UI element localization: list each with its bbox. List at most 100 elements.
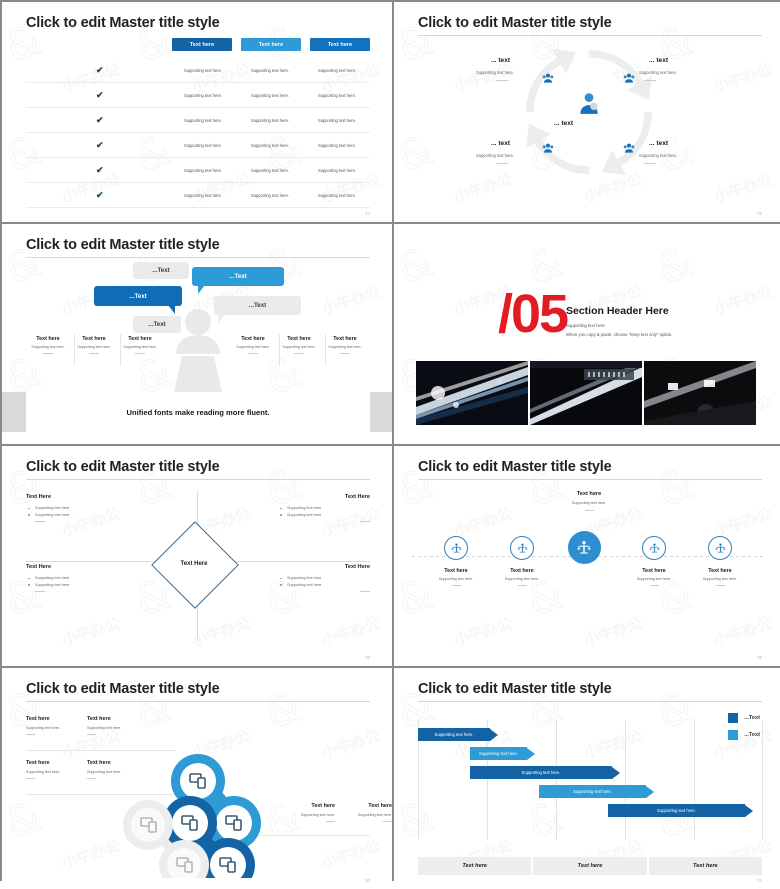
table-row[interactable]: ✔ Supporting text here. Supporting text … — [26, 58, 370, 83]
page-title: Click to edit Master title style — [418, 681, 612, 697]
gantt-footer-cell-3[interactable]: Text here — [648, 857, 762, 875]
cycle-node-sub-1: Supporting text here. — [476, 70, 515, 75]
table-cell: Supporting text here. — [251, 67, 290, 73]
gantt-bar-2[interactable]: Supporting text here. — [470, 747, 535, 760]
gantt-footer: Text here Text here Text here — [418, 857, 762, 875]
photo-strip — [416, 361, 756, 425]
table-cell: Supporting text here. — [184, 92, 223, 98]
gantt-footer-label: Text here — [462, 863, 487, 869]
page-title: Click to edit Master title style — [26, 459, 220, 475]
timeline-node-3-highlighted[interactable] — [564, 531, 604, 564]
cycle-center-label: ... text — [554, 120, 574, 127]
gantt-bar-label: Supporting text here. — [470, 747, 527, 760]
table-cell: Supporting text here. — [318, 167, 357, 173]
check-icon: ✔ — [96, 189, 104, 200]
slide-thumbnail-2[interactable]: Click to edit Master title style ... tex… — [394, 2, 780, 222]
timeline-node-label: Text here — [642, 568, 666, 574]
speech-bubble-label: ...Text — [152, 267, 170, 274]
speech-bubble-label: ...Text — [148, 321, 166, 328]
timeline-node-2[interactable]: Text here Supporting text here. — [502, 536, 542, 586]
table-cell: Supporting text here. — [184, 167, 223, 173]
timeline-node-1[interactable]: Text here Supporting text here. — [436, 536, 476, 586]
speech-bubble-2[interactable]: ...Text — [192, 267, 284, 286]
gantt-bar-label: Supporting text here. — [418, 728, 490, 741]
chain-item-6[interactable]: Text here Supporting text here. — [314, 803, 392, 822]
timeline-node-label: Text here — [444, 568, 468, 574]
table-cell: Supporting text here. — [251, 92, 290, 98]
person-balance-icon — [451, 543, 461, 553]
check-icon: ✔ — [96, 164, 104, 175]
person-balance-icon — [649, 543, 659, 553]
timeline-top-callout[interactable]: Text here Supporting text here. — [549, 491, 629, 511]
title-divider — [26, 479, 370, 480]
column-heading: Text here — [82, 336, 106, 342]
column-heading: Text here — [333, 336, 357, 342]
column-header-button-2[interactable]: Text here — [241, 38, 301, 51]
column-item-3[interactable]: Text here Supporting text here. — [114, 336, 166, 354]
table-row[interactable]: ✔ Supporting text here. Supporting text … — [26, 183, 370, 208]
slide-thumbnail-6[interactable]: Click to edit Master title style Text he… — [394, 446, 780, 666]
column-item-5[interactable]: Text here Supporting text here. — [273, 336, 325, 354]
timeline-node-5[interactable]: Text here Supporting text here. — [700, 536, 740, 586]
table-cell: Supporting text here. — [318, 142, 357, 148]
slide-thumbnail-1[interactable]: & 小牛办公 Click to edit Master title style … — [2, 2, 392, 222]
column-item-4[interactable]: Text here Supporting text here. — [227, 336, 279, 354]
speech-bubble-1[interactable]: ...Text — [133, 262, 189, 279]
column-header-button-3[interactable]: Text here — [310, 38, 370, 51]
gantt-plot: Supporting text here. Supporting text he… — [418, 720, 763, 840]
slide-thumbnail-5[interactable]: Click to edit Master title style Text He… — [2, 446, 392, 666]
quadrant-top-right[interactable]: Text Here Supporting text here Supportin… — [250, 494, 370, 522]
column-heading: Text here — [128, 336, 152, 342]
gantt-bar-4[interactable]: Supporting text here. — [539, 785, 654, 798]
slide-gallery-grid: & 小牛办公 Click to edit Master title style … — [0, 0, 780, 889]
table-cell: Supporting text here. — [184, 142, 223, 148]
cycle-node-label-2: ... text — [649, 57, 669, 64]
gantt-footer-cell-1[interactable]: Text here — [418, 857, 532, 875]
table-cell: Supporting text here. — [318, 92, 357, 98]
gantt-bar-3[interactable]: Supporting text here. — [470, 766, 620, 779]
speech-bubble-5[interactable]: ...Text — [133, 316, 181, 333]
column-sub: Supporting text here. — [77, 345, 111, 349]
slide-thumbnail-7[interactable]: Click to edit Master title style Text he… — [2, 668, 392, 889]
gantt-bar-tip — [646, 785, 654, 798]
table-cell: Supporting text here. — [184, 192, 223, 198]
timeline-node-4[interactable]: Text here Supporting text here. — [634, 536, 674, 586]
people-group-icon — [623, 73, 635, 83]
gantt-footer-label: Text here — [692, 863, 718, 869]
gantt-bar-1[interactable]: Supporting text here. — [418, 728, 498, 741]
slide-thumbnail-3[interactable]: Click to edit Master title style ...Text… — [2, 224, 392, 444]
quadrant-heading: Text Here — [344, 564, 370, 570]
tunnel-photo — [530, 361, 642, 425]
column-header-button-1[interactable]: Text here — [172, 38, 232, 51]
gantt-bar-tip — [612, 766, 620, 779]
gantt-bar-5[interactable]: Supporting text here. — [608, 804, 753, 817]
table-cell: Supporting text here. — [318, 192, 357, 198]
comparison-table: ✔ Supporting text here. Supporting text … — [26, 58, 370, 208]
table-row[interactable]: ✔ Supporting text here. Supporting text … — [26, 158, 370, 183]
table-row[interactable]: ✔ Supporting text here. Supporting text … — [26, 83, 370, 108]
column-item-1[interactable]: Text here Supporting text here. — [22, 336, 74, 354]
table-row[interactable]: ✔ Supporting text here. Supporting text … — [26, 108, 370, 133]
person-balance-icon-circle — [642, 536, 666, 560]
gantt-footer-cell-2[interactable]: Text here — [533, 857, 647, 875]
column-item-6[interactable]: Text here Supporting text here. — [319, 336, 371, 354]
slide-thumbnail-8[interactable]: Click to edit Master title style ...Text… — [394, 668, 780, 889]
quadrant-bottom-left[interactable]: Text Here Supporting text here Supportin… — [26, 564, 146, 592]
slide-thumbnail-4[interactable]: /05 Section Header Here Supporting text … — [394, 224, 780, 444]
table-cell: Supporting text here. — [251, 117, 290, 123]
column-item-2[interactable]: Text here Supporting text here. — [68, 336, 120, 354]
quadrant-heading: Text Here — [26, 494, 52, 500]
column-sub: Supporting text here. — [236, 345, 270, 349]
speech-bubble-4[interactable]: ...Text — [214, 296, 301, 315]
table-row[interactable]: ✔ Supporting text here. Supporting text … — [26, 133, 370, 158]
speech-bubble-tail — [218, 314, 225, 323]
page-title: Click to edit Master title style — [26, 681, 220, 697]
quadrant-heading: Text Here — [26, 564, 52, 570]
timeline-node-sub: Supporting text here. — [504, 577, 540, 581]
timeline-node-label: Text here — [510, 568, 534, 574]
title-divider — [418, 701, 762, 702]
speech-bubble-3[interactable]: ...Text — [94, 286, 182, 306]
quadrant-bottom-right[interactable]: Text Here Supporting text here Supportin… — [250, 564, 370, 592]
people-group-icon — [623, 143, 635, 153]
quadrant-top-left[interactable]: Text Here Supporting text here Supportin… — [26, 494, 146, 522]
